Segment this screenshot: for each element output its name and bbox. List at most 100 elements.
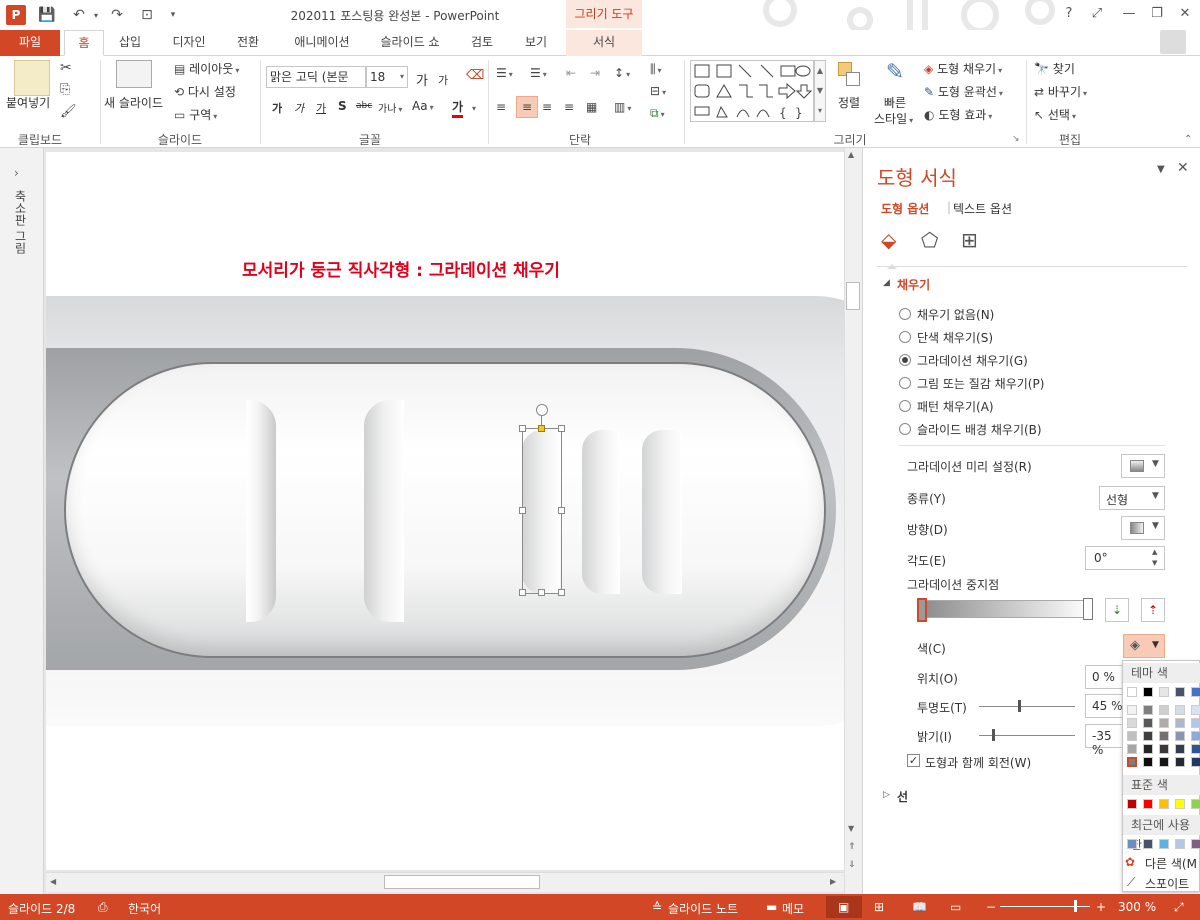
find-button[interactable]: 🔭 찾기 xyxy=(1034,60,1075,77)
paste-icon[interactable] xyxy=(14,60,50,96)
smartart-icon[interactable]: ⧉ ▾ xyxy=(650,106,665,121)
ridge-shape[interactable] xyxy=(642,430,682,594)
font-size-combo[interactable]: 18 ▾ xyxy=(366,66,408,88)
resize-handle[interactable] xyxy=(519,507,526,514)
fill-pattern-radio[interactable] xyxy=(899,400,911,412)
theme-color-swatch[interactable] xyxy=(1159,718,1169,728)
expand-thumbnails-icon[interactable]: › xyxy=(14,166,19,180)
font-color-button[interactable]: 가 xyxy=(452,98,464,118)
theme-color-swatch[interactable] xyxy=(1191,757,1200,767)
recent-color-swatch[interactable] xyxy=(1175,839,1185,849)
restore-button[interactable]: ❐ xyxy=(1146,4,1168,24)
resize-handle[interactable] xyxy=(558,507,565,514)
undo-icon[interactable]: ↶ xyxy=(68,5,90,25)
theme-color-swatch[interactable] xyxy=(1191,731,1200,741)
eyedropper-item[interactable]: 스포이트 xyxy=(1145,875,1189,892)
theme-color-swatch[interactable] xyxy=(1191,744,1200,754)
layout-button[interactable]: ▤ 레이아웃 ▾ xyxy=(174,60,239,77)
shapes-gallery-scroll[interactable]: ▲ ▼ ▾ xyxy=(814,60,826,122)
theme-color-swatch[interactable] xyxy=(1143,744,1153,754)
recent-color-swatch[interactable] xyxy=(1159,839,1169,849)
theme-color-swatch[interactable] xyxy=(1127,718,1137,728)
theme-color-swatch[interactable] xyxy=(1191,705,1200,715)
spellcheck-icon[interactable]: ⎙ xyxy=(98,900,108,915)
transparency-slider-thumb[interactable] xyxy=(1018,700,1022,712)
tab-insert[interactable]: 삽입 xyxy=(110,30,150,56)
theme-color-swatch[interactable] xyxy=(1143,757,1153,767)
remove-gradient-stop-icon[interactable]: ⇡ xyxy=(1141,598,1165,622)
tab-slideshow[interactable]: 슬라이드 쇼 xyxy=(372,30,448,56)
theme-color-swatch[interactable] xyxy=(1127,744,1137,754)
resize-handle[interactable] xyxy=(538,589,545,596)
slide-indicator[interactable]: 슬라이드 2/8 xyxy=(8,900,75,917)
add-gradient-stop-icon[interactable]: ⇣ xyxy=(1105,598,1129,622)
theme-color-swatch[interactable] xyxy=(1127,705,1137,715)
theme-color-swatch[interactable] xyxy=(1127,687,1137,697)
more-colors-icon[interactable]: ✿ xyxy=(1125,855,1135,869)
ribbon-display-options-button[interactable]: ⤢ xyxy=(1086,4,1108,24)
size-properties-icon[interactable]: ⊞ xyxy=(961,228,978,252)
brightness-spinner[interactable]: -35 % xyxy=(1085,724,1125,757)
language-indicator[interactable]: 한국어 xyxy=(128,900,161,917)
text-direction-icon[interactable]: ⫼ ▾ xyxy=(650,62,662,77)
user-avatar-icon[interactable] xyxy=(1160,30,1186,54)
bullets-icon[interactable]: ☰ ▾ xyxy=(496,66,513,80)
standard-color-swatch[interactable] xyxy=(1175,799,1185,809)
scroll-left-icon[interactable]: ◀ xyxy=(50,877,56,886)
ridge-shape[interactable] xyxy=(246,400,276,622)
tab-design[interactable]: 디자인 xyxy=(160,30,218,56)
theme-color-swatch[interactable] xyxy=(1159,757,1169,767)
fill-background-radio[interactable] xyxy=(899,423,911,435)
quick-styles-icon[interactable]: ✎ xyxy=(880,60,910,90)
format-painter-icon[interactable]: 🖌 xyxy=(60,104,77,119)
recent-color-swatch[interactable] xyxy=(1143,839,1153,849)
italic-button[interactable]: 가 xyxy=(294,100,304,116)
comments-button[interactable]: 메모 xyxy=(782,900,804,917)
tab-home[interactable]: 홈 xyxy=(64,30,104,56)
save-icon[interactable]: 💾 xyxy=(36,5,58,25)
theme-color-swatch[interactable] xyxy=(1159,744,1169,754)
theme-color-swatch[interactable] xyxy=(1175,731,1185,741)
increase-indent-icon[interactable]: ⇥ xyxy=(590,66,600,80)
theme-color-swatch[interactable] xyxy=(1159,705,1169,715)
theme-color-swatch[interactable] xyxy=(1175,757,1185,767)
fill-line-icon[interactable]: ⬙ xyxy=(881,228,896,252)
new-slide-icon[interactable] xyxy=(116,60,152,88)
reading-view-icon[interactable]: 📖 xyxy=(912,900,927,914)
standard-color-swatch[interactable] xyxy=(1159,799,1169,809)
fill-solid-label[interactable]: 단색 채우기(S) xyxy=(917,329,993,346)
color-picker-button[interactable]: ◈ ▼ xyxy=(1123,634,1165,658)
tab-review[interactable]: 검토 xyxy=(460,30,504,56)
justify-icon[interactable]: ≡ xyxy=(564,100,574,114)
theme-color-swatch[interactable] xyxy=(1175,705,1185,715)
horizontal-scrollbar[interactable]: ◀ ▶ xyxy=(46,872,844,892)
strikethrough-button[interactable]: abc xyxy=(356,101,372,111)
resize-handle[interactable] xyxy=(558,589,565,596)
shape-fill-button[interactable]: ◈ 도형 채우기 ▾ xyxy=(924,60,1002,77)
theme-color-swatch[interactable] xyxy=(1191,718,1200,728)
brightness-slider-thumb[interactable] xyxy=(992,729,996,741)
help-button[interactable]: ? xyxy=(1058,4,1080,24)
theme-color-swatch[interactable] xyxy=(1143,705,1153,715)
theme-color-swatch[interactable] xyxy=(1143,687,1153,697)
new-slide-button[interactable]: 새 슬라이드 xyxy=(104,94,163,111)
theme-color-swatch[interactable] xyxy=(1143,718,1153,728)
theme-color-swatch[interactable] xyxy=(1175,718,1185,728)
arrange-icon[interactable] xyxy=(836,60,862,88)
zoom-level[interactable]: 300 % xyxy=(1118,900,1156,914)
fit-slide-icon[interactable]: ⤢ xyxy=(1174,900,1184,915)
shape-outline-button[interactable]: ✎ 도형 윤곽선 ▾ xyxy=(924,83,1003,100)
scroll-right-icon[interactable]: ▶ xyxy=(830,877,836,886)
rounded-rectangle-gradient-shape[interactable] xyxy=(64,362,826,658)
horizontal-scroll-thumb[interactable] xyxy=(384,875,540,889)
slideshow-view-icon[interactable]: ▭ xyxy=(950,900,961,914)
fill-section-collapse-icon[interactable]: ◢ xyxy=(883,278,890,288)
fill-gradient-label[interactable]: 그라데이션 채우기(G) xyxy=(917,352,1028,369)
recent-color-swatch[interactable] xyxy=(1191,839,1200,849)
notes-icon[interactable]: ≙ xyxy=(652,900,662,914)
comments-icon[interactable]: ▬ xyxy=(766,900,777,914)
decrease-indent-icon[interactable]: ⇤ xyxy=(566,66,576,80)
rotate-with-shape-label[interactable]: 도형과 함께 회전(W) xyxy=(925,754,1031,771)
fill-picture-label[interactable]: 그림 또는 질감 채우기(P) xyxy=(917,375,1044,392)
slide-sorter-view-icon[interactable]: ⊞ xyxy=(874,900,884,914)
